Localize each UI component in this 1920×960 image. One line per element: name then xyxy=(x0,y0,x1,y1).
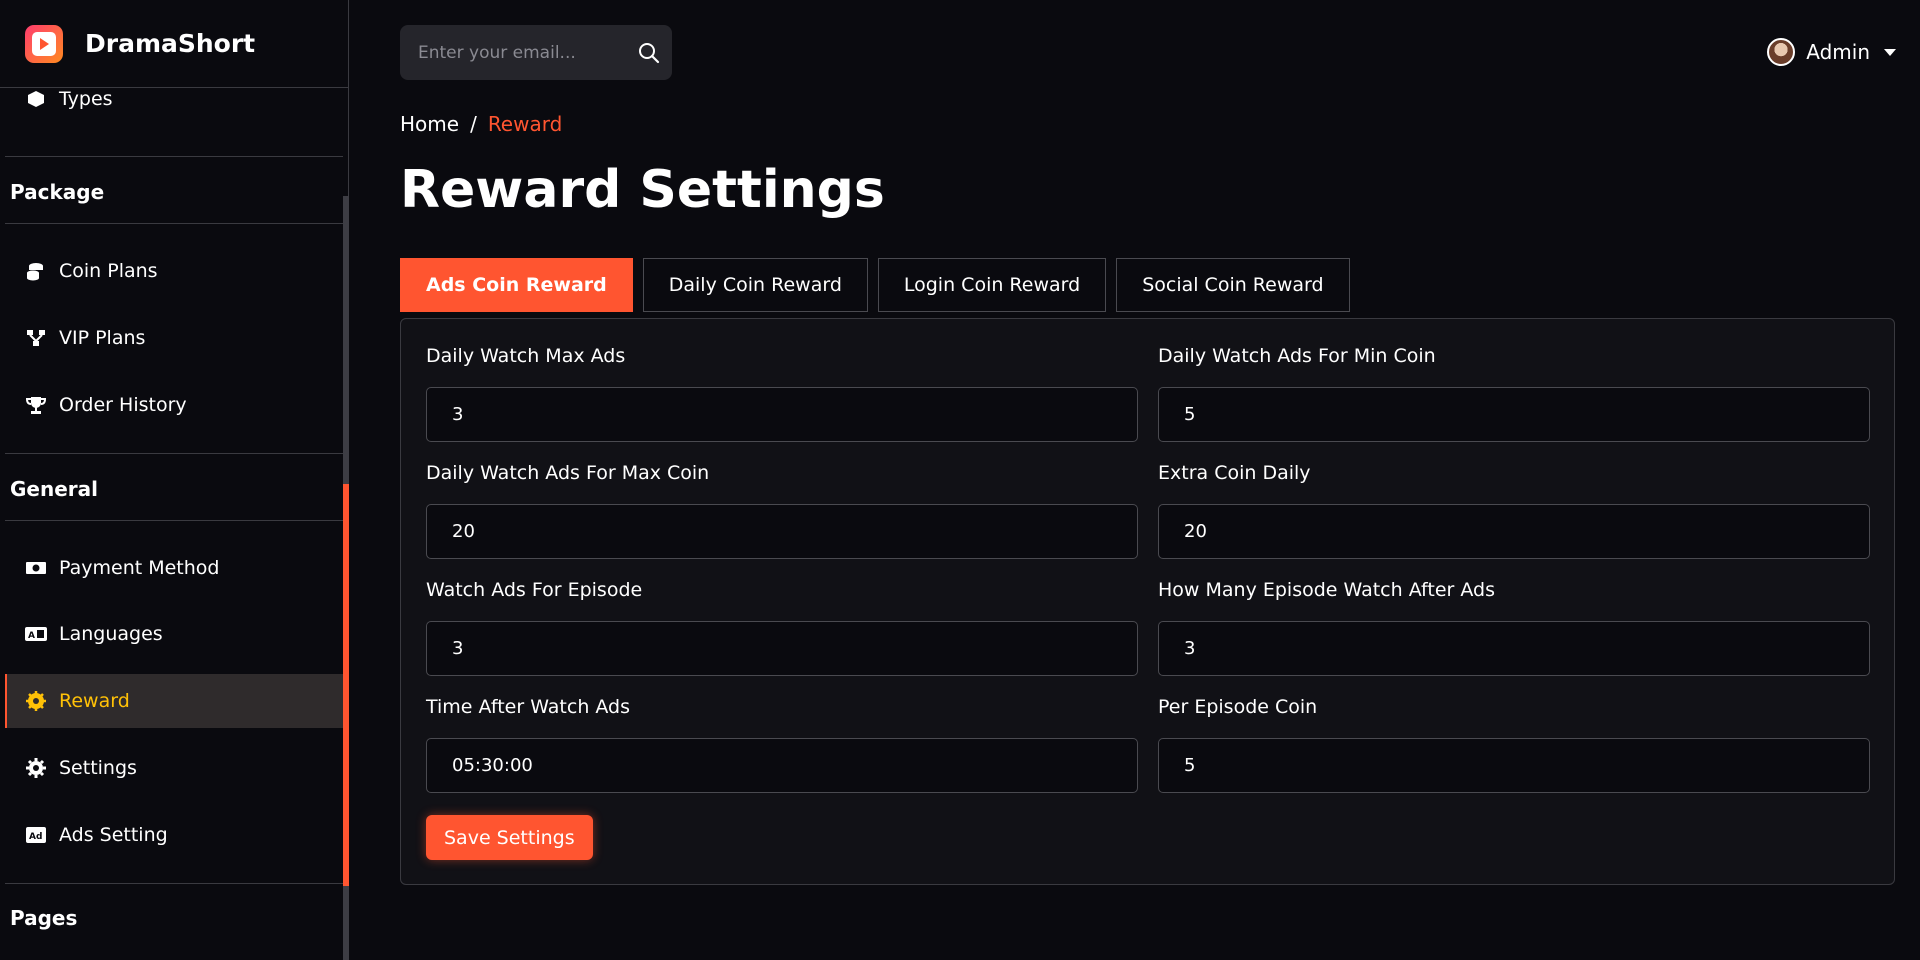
sidebar-menu[interactable]: Types Package Coin Plans VIP Plans Order… xyxy=(0,88,349,960)
search-box xyxy=(400,25,672,80)
field-extra-coin-daily: Extra Coin Daily xyxy=(1158,462,1870,559)
brand-logo-icon xyxy=(25,24,63,63)
gear-icon xyxy=(24,756,48,780)
field-label: Daily Watch Max Ads xyxy=(426,345,626,367)
sidebar: DramaShort Types Package Coin Plans VIP … xyxy=(0,0,349,960)
field-per-episode-coin: Per Episode Coin xyxy=(1158,696,1870,793)
user-name: Admin xyxy=(1806,40,1870,64)
brand[interactable]: DramaShort xyxy=(0,0,348,88)
app-root: DramaShort Types Package Coin Plans VIP … xyxy=(0,0,1920,960)
episodes-after-ads-input[interactable] xyxy=(1158,621,1870,676)
per-episode-coin-input[interactable] xyxy=(1158,738,1870,793)
field-label: Time After Watch Ads xyxy=(426,696,631,718)
hierarchy-icon xyxy=(24,326,48,350)
search-input[interactable] xyxy=(418,42,637,63)
sidebar-item-coin-plans[interactable]: Coin Plans xyxy=(5,244,343,298)
field-daily-watch-ads-max-coin: Daily Watch Ads For Max Coin xyxy=(426,462,1138,559)
sidebar-divider xyxy=(5,453,343,454)
sidebar-item-label: Payment Method xyxy=(59,557,220,579)
section-title-package: Package xyxy=(10,180,105,204)
sidebar-item-label: Coin Plans xyxy=(59,260,158,282)
ad-icon: Ad xyxy=(24,823,48,847)
field-daily-watch-max-ads: Daily Watch Max Ads xyxy=(426,345,1138,442)
sidebar-divider xyxy=(5,223,343,224)
sidebar-item-vip-plans[interactable]: VIP Plans xyxy=(5,311,343,365)
avatar xyxy=(1767,38,1796,66)
field-label: Extra Coin Daily xyxy=(1158,462,1311,484)
sidebar-item-label: Reward xyxy=(59,690,130,712)
brand-name: DramaShort xyxy=(85,29,256,58)
sidebar-item-languages[interactable]: A Languages xyxy=(5,607,343,661)
field-label: Daily Watch Ads For Min Coin xyxy=(1158,345,1436,367)
sidebar-item-label: Types xyxy=(59,88,113,110)
chevron-down-icon xyxy=(1884,48,1896,56)
reward-tabs: Ads Coin Reward Daily Coin Reward Login … xyxy=(400,258,1360,312)
watch-ads-for-episode-input[interactable] xyxy=(426,621,1138,676)
breadcrumb-separator: / xyxy=(470,112,477,136)
field-label: Watch Ads For Episode xyxy=(426,579,643,601)
gear-badge-icon xyxy=(24,689,48,713)
sidebar-item-label: Settings xyxy=(59,757,137,779)
sidebar-item-ads-setting[interactable]: Ad Ads Setting xyxy=(5,808,343,862)
daily-watch-ads-min-coin-input[interactable] xyxy=(1158,387,1870,442)
sidebar-divider xyxy=(5,520,343,521)
breadcrumb-current: Reward xyxy=(487,112,563,136)
sidebar-item-settings[interactable]: Settings xyxy=(5,741,343,795)
save-settings-button[interactable]: Save Settings xyxy=(426,815,593,860)
sidebar-item-label: Order History xyxy=(59,394,187,416)
svg-text:A: A xyxy=(28,631,35,641)
money-icon xyxy=(24,556,48,580)
coins-icon xyxy=(24,259,48,283)
field-time-after-watch-ads: Time After Watch Ads xyxy=(426,696,1138,793)
daily-watch-ads-max-coin-input[interactable] xyxy=(426,504,1138,559)
sidebar-item-label: Languages xyxy=(59,623,163,645)
sidebar-item-label: VIP Plans xyxy=(59,327,146,349)
time-after-watch-ads-input[interactable] xyxy=(426,738,1138,793)
sidebar-scrollbar-thumb[interactable] xyxy=(343,484,349,886)
page-title: Reward Settings xyxy=(400,160,885,220)
sidebar-item-payment-method[interactable]: Payment Method xyxy=(5,541,343,595)
field-label: How Many Episode Watch After Ads xyxy=(1158,579,1495,601)
section-title-pages: Pages xyxy=(10,906,78,930)
breadcrumb-home[interactable]: Home xyxy=(400,112,459,136)
field-label: Per Episode Coin xyxy=(1158,696,1318,718)
language-icon: A xyxy=(24,622,48,646)
svg-text:Ad: Ad xyxy=(29,832,42,842)
field-episodes-after-ads: How Many Episode Watch After Ads xyxy=(1158,579,1870,676)
tab-daily-coin-reward[interactable]: Daily Coin Reward xyxy=(642,258,868,312)
search-icon[interactable] xyxy=(637,41,661,65)
tab-ads-coin-reward[interactable]: Ads Coin Reward xyxy=(400,258,633,312)
sidebar-item-order-history[interactable]: Order History xyxy=(5,378,343,432)
user-menu[interactable]: Admin xyxy=(1767,38,1896,66)
tab-social-coin-reward[interactable]: Social Coin Reward xyxy=(1116,258,1350,312)
tab-login-coin-reward[interactable]: Login Coin Reward xyxy=(877,258,1107,312)
field-daily-watch-ads-min-coin: Daily Watch Ads For Min Coin xyxy=(1158,345,1870,442)
trophy-icon xyxy=(24,393,48,417)
sidebar-item-reward[interactable]: Reward xyxy=(5,674,343,728)
sidebar-item-types[interactable]: Types xyxy=(5,88,343,126)
breadcrumb: Home / Reward xyxy=(400,112,562,136)
box-icon xyxy=(24,88,48,111)
sidebar-item-label: Ads Setting xyxy=(59,824,168,846)
field-label: Daily Watch Ads For Max Coin xyxy=(426,462,710,484)
section-title-general: General xyxy=(10,477,98,501)
field-watch-ads-for-episode: Watch Ads For Episode xyxy=(426,579,1138,676)
extra-coin-daily-input[interactable] xyxy=(1158,504,1870,559)
reward-settings-form: Daily Watch Max Ads Daily Watch Ads For … xyxy=(400,318,1895,885)
daily-watch-max-ads-input[interactable] xyxy=(426,387,1138,442)
sidebar-divider xyxy=(5,156,343,157)
sidebar-divider xyxy=(5,883,343,884)
